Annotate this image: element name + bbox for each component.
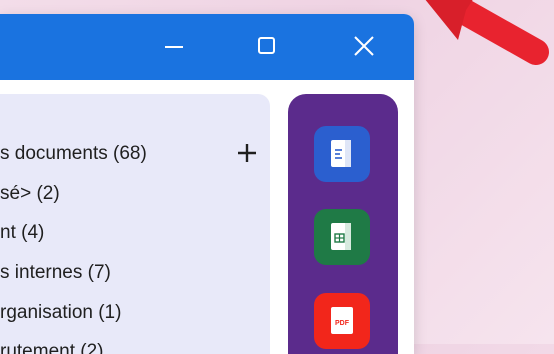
- pdf-icon: PDF: [331, 307, 353, 334]
- new-pdf-button[interactable]: PDF: [314, 293, 370, 349]
- app-window: s documents (68) sé> (2) nt (4) s intern…: [0, 14, 414, 354]
- close-icon: [354, 36, 374, 56]
- plus-icon: [238, 144, 256, 162]
- maximize-button[interactable]: [247, 28, 287, 64]
- add-folder-button[interactable]: [234, 140, 260, 166]
- window-body: s documents (68) sé> (2) nt (4) s intern…: [0, 80, 414, 354]
- folder-item[interactable]: rganisation (1): [0, 298, 121, 328]
- folder-item[interactable]: s documents (68): [0, 139, 147, 169]
- new-document-button[interactable]: [314, 126, 370, 182]
- spreadsheet-icon: [331, 223, 351, 250]
- close-button[interactable]: [344, 28, 384, 64]
- apps-sidebar: PDF: [288, 94, 398, 354]
- minimize-button[interactable]: [154, 28, 194, 64]
- folder-item[interactable]: sé> (2): [0, 179, 60, 209]
- folder-item[interactable]: s internes (7): [0, 258, 111, 288]
- minimize-icon: [165, 46, 183, 48]
- title-bar: [0, 14, 414, 80]
- folder-item[interactable]: nt (4): [0, 218, 44, 248]
- folder-item[interactable]: rutement (2): [0, 337, 103, 354]
- pdf-badge-label: PDF: [335, 320, 350, 327]
- new-spreadsheet-button[interactable]: [314, 209, 370, 265]
- document-icon: [331, 140, 351, 167]
- folder-panel: s documents (68) sé> (2) nt (4) s intern…: [0, 94, 270, 354]
- red-arrow-icon: [425, 0, 549, 65]
- maximize-icon: [258, 37, 275, 54]
